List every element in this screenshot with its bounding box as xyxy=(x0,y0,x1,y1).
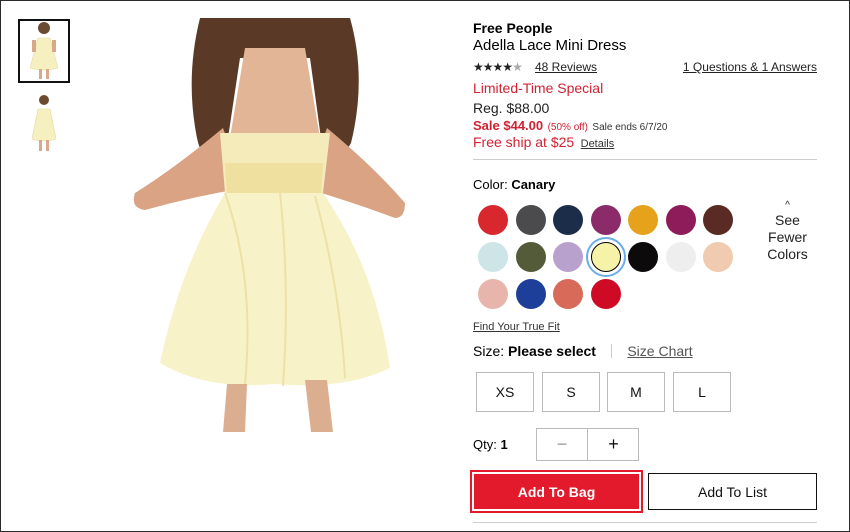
color-swatch[interactable] xyxy=(703,242,733,272)
color-swatch[interactable] xyxy=(553,205,583,235)
thumbnail-back[interactable] xyxy=(18,92,70,156)
sale-discount: (50% off) xyxy=(547,122,588,133)
quantity-increase-button[interactable]: + xyxy=(588,429,639,460)
divider xyxy=(473,159,817,160)
color-swatch[interactable] xyxy=(553,279,583,309)
product-main-image[interactable] xyxy=(105,18,440,432)
color-swatch[interactable] xyxy=(478,205,508,235)
free-shipping-text: Free ship at $25 xyxy=(473,134,575,150)
color-swatch[interactable] xyxy=(553,242,583,272)
quantity-value: 1 xyxy=(500,437,508,452)
color-label-text: Color: xyxy=(473,177,508,192)
star-rating[interactable]: ★★★★★ xyxy=(473,60,523,74)
color-swatch[interactable] xyxy=(703,205,733,235)
color-swatch[interactable] xyxy=(478,242,508,272)
color-swatch[interactable] xyxy=(515,205,546,235)
color-swatch[interactable] xyxy=(665,242,696,272)
size-button-l[interactable]: L xyxy=(673,372,731,412)
size-separator xyxy=(610,344,612,358)
quantity-label-text: Qty: xyxy=(473,437,497,452)
add-to-bag-button[interactable]: Add To Bag xyxy=(470,470,643,513)
see-fewer-line-1: See xyxy=(775,212,800,228)
color-swatch-selected[interactable] xyxy=(585,237,626,277)
sale-row: Sale $44.00 (50% off) Sale ends 6/7/20 xyxy=(473,117,667,135)
size-chart-link[interactable]: Size Chart xyxy=(627,343,692,359)
star-full-icon: ★ xyxy=(473,60,484,74)
chevron-up-icon: ^ xyxy=(785,200,790,211)
color-swatch[interactable] xyxy=(665,205,696,235)
divider xyxy=(473,522,817,523)
color-swatch[interactable] xyxy=(628,242,658,272)
size-button-xs[interactable]: XS xyxy=(476,372,534,412)
regular-price: Reg. $88.00 xyxy=(473,100,550,116)
sale-price: Sale $44.00 xyxy=(473,118,544,133)
star-empty-icon: ★ xyxy=(512,60,523,74)
size-selection-status: Please select xyxy=(508,343,596,359)
shipping-row: Free ship at $25 Details xyxy=(473,134,614,152)
brand-name[interactable]: Free People xyxy=(473,20,552,36)
star-full-icon: ★ xyxy=(492,60,504,74)
reviews-link[interactable]: 48 Reviews xyxy=(535,60,597,74)
selected-color-name: Canary xyxy=(511,177,556,192)
size-button-s[interactable]: S xyxy=(542,372,600,412)
size-row: Size: Please select Size Chart xyxy=(473,343,817,361)
color-swatch[interactable] xyxy=(590,205,621,235)
see-fewer-colors-button[interactable]: ^ See Fewer Colors xyxy=(760,200,815,263)
color-swatch[interactable] xyxy=(628,205,658,235)
color-swatch[interactable] xyxy=(515,242,546,272)
size-label: Size: Please select xyxy=(473,343,600,359)
thumbnail-front[interactable] xyxy=(18,19,70,83)
size-button-m[interactable]: M xyxy=(607,372,665,412)
questions-answers-link[interactable]: 1 Questions & 1 Answers xyxy=(683,60,817,74)
color-swatch[interactable] xyxy=(478,279,508,309)
shipping-details-link[interactable]: Details xyxy=(581,138,615,150)
promo-label: Limited-Time Special xyxy=(473,80,604,96)
quantity-decrease-button[interactable]: − xyxy=(537,429,588,460)
sale-ends: Sale ends 6/7/20 xyxy=(592,122,668,133)
star-full-icon: ★ xyxy=(502,60,513,74)
size-label-text: Size: xyxy=(473,343,505,359)
rating-row: ★★★★★ 48 Reviews 1 Questions & 1 Answers xyxy=(473,60,817,76)
quantity-label: Qty: 1 xyxy=(473,437,508,452)
add-to-list-button[interactable]: Add To List xyxy=(648,473,817,510)
dress-back-thumbnail-image xyxy=(31,95,57,151)
dress-thumbnail-image xyxy=(29,22,59,79)
true-fit-link[interactable]: Find Your True Fit xyxy=(473,321,560,333)
color-label: Color: Canary xyxy=(473,177,555,192)
color-swatch[interactable] xyxy=(590,279,621,309)
see-fewer-line-2: Fewer xyxy=(768,229,807,245)
color-swatch[interactable] xyxy=(515,279,546,309)
star-full-icon: ★ xyxy=(482,60,494,74)
dress-model-image xyxy=(133,18,405,432)
product-name: Adella Lace Mini Dress xyxy=(473,37,627,54)
see-fewer-line-3: Colors xyxy=(767,246,808,262)
quantity-stepper: − + xyxy=(536,428,639,461)
